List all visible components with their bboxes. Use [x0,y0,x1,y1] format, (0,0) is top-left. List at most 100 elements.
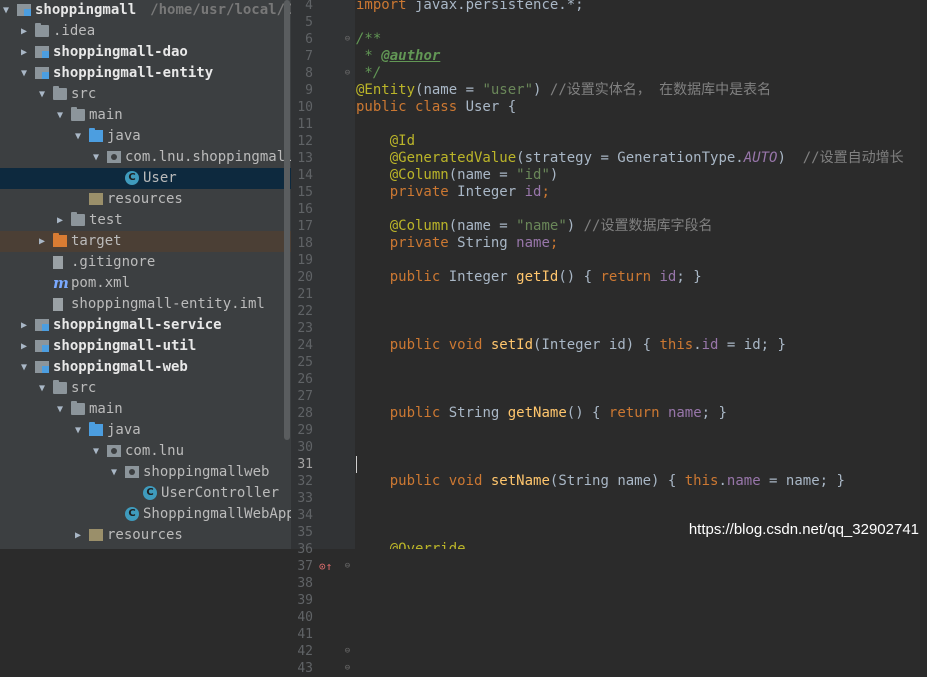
tree-node[interactable]: ▼ shoppingmallweb [0,462,291,483]
tree-node[interactable]: ▶ target [0,231,291,252]
line-number: 16 [297,202,313,217]
code-token: (Integer id) { [533,337,660,353]
tree-node[interactable]: ▶ .idea [0,21,291,42]
tree-node[interactable]: ▼ src [0,378,291,399]
tree-node[interactable]: ▶ resources [0,525,291,546]
tree-node[interactable]: ▼ com.lnu.shoppingmalle [0,147,291,168]
tree-node-label: resources [107,527,183,543]
chevron-down-icon[interactable]: ▼ [72,420,84,441]
fold-icon[interactable]: ⊖ [343,65,352,82]
tree-node-label: shoppingmall/home/usr/local/I [35,0,291,21]
tree-node[interactable]: .gitignore [0,252,291,273]
chevron-down-icon[interactable]: ▼ [90,441,102,462]
editor-gutter: 4 5 6 ⊖ 7 8 ⊖ 9 10 11 12 13 14 15 16 17 18 19 20 21 22 23 24 25… [291,0,355,676]
tree-node[interactable]: ▼ java [0,420,291,441]
line-number: 43 [297,661,313,676]
code-token: @Column [389,167,449,183]
tree-node-label: .gitignore [71,254,156,270]
line-number: 4 [305,0,313,13]
code-token: (strategy = GenerationType. [516,150,744,166]
tree-node-label: com.lnu [125,443,185,459]
code-token: //设置数据库字段名 [583,218,713,234]
chevron-right-icon[interactable]: ▶ [54,210,66,231]
override-icon[interactable]: ⊙↑ [319,558,332,575]
chevron-down-icon[interactable]: ▼ [36,84,48,105]
line-number: 24 [297,338,313,353]
code-line: /** [356,31,381,48]
watermark: https://blog.csdn.net/qq_32902741 [688,521,919,538]
code-token: @Column [389,218,449,234]
chevron-right-icon[interactable]: ▶ [36,231,48,252]
line-number: 19 [297,253,313,268]
tree-node-label: User [143,170,177,186]
chevron-down-icon[interactable]: ▼ [54,399,66,420]
chevron-down-icon[interactable]: ▼ [108,462,120,483]
tree-node[interactable]: ▼ src [0,84,291,105]
chevron-down-icon[interactable]: ▼ [72,126,84,147]
tree-node[interactable]: C User [0,168,291,189]
class-icon: C [143,486,157,500]
code-token: public [389,405,449,421]
code-token: (String name) { [549,473,685,489]
tree-node[interactable]: resources [0,189,291,210]
fold-icon[interactable]: ⊖ [343,643,352,660]
code-token: name [516,235,550,251]
tree-node[interactable]: m pom.xml [0,273,291,294]
tree-node[interactable]: ▶ shoppingmall-dao [0,42,291,63]
code-token: "name" [516,218,567,234]
code-token: setId [490,337,534,353]
tree-node-label: target [71,233,122,249]
resources-folder-icon [89,193,103,205]
code-token: //设置实体名， 在数据库中是表名 [549,82,772,98]
tree-node[interactable]: ▶ test [0,210,291,231]
text-caret [356,456,357,473]
tree-node[interactable]: ▼ shoppingmall-entity [0,63,291,84]
package-icon [107,151,121,163]
chevron-down-icon[interactable]: ▼ [18,63,30,84]
chevron-right-icon[interactable]: ▶ [18,336,30,357]
chevron-down-icon[interactable]: ▼ [54,105,66,126]
tree-node[interactable]: ▼ main [0,399,291,420]
line-number: 23 [297,321,313,336]
code-token: . [693,337,702,353]
fold-icon[interactable]: ⊖ [343,31,352,48]
chevron-down-icon[interactable]: ▼ [18,357,30,378]
code-token: String [457,235,517,251]
tree-node[interactable]: shoppingmall-entity.iml [0,294,291,315]
tree-scrollbar[interactable] [284,0,290,440]
code-token: return [600,269,660,285]
tree-node[interactable]: ▼ com.lnu [0,441,291,462]
code-token: * [356,48,382,64]
line-number: 33 [297,491,313,506]
fold-icon[interactable]: ⊖ [343,558,352,575]
chevron-right-icon[interactable]: ▶ [18,21,30,42]
fold-icon[interactable]: ⊖ [343,660,352,677]
chevron-right-icon[interactable]: ▶ [18,315,30,336]
tree-node[interactable]: ▼ main [0,105,291,126]
tree-node[interactable]: C ShoppingmallWebAppl [0,504,291,525]
chevron-right-icon[interactable]: ▶ [72,525,84,546]
folder-icon [53,380,67,394]
chevron-down-icon[interactable]: ▼ [36,378,48,399]
tree-node[interactable]: ▼ java [0,126,291,147]
chevron-right-icon[interactable]: ▶ [18,42,30,63]
code-token: Integer [457,184,525,200]
tree-node-label: shoppingmall-util [53,338,197,354]
tree-node[interactable]: C UserController [0,483,291,504]
folder-icon [71,107,85,121]
package-icon [107,445,121,457]
code-editor[interactable]: import javax.persistence.*; /** * @author… [356,0,927,549]
code-token: Integer [448,269,517,285]
tree-node[interactable]: ▶ shoppingmall-service [0,315,291,336]
line-number: 11 [297,117,313,132]
line-number: 7 [305,49,313,64]
tree-node[interactable]: ▶ shoppingmall-util [0,336,291,357]
tree-node[interactable]: ▼ shoppingmall-web [0,357,291,378]
chevron-down-icon[interactable]: ▼ [0,0,12,21]
code-token: @author [381,48,441,64]
tree-node[interactable]: ▼ shoppingmall/home/usr/local/I [0,0,291,21]
chevron-down-icon[interactable]: ▼ [90,147,102,168]
